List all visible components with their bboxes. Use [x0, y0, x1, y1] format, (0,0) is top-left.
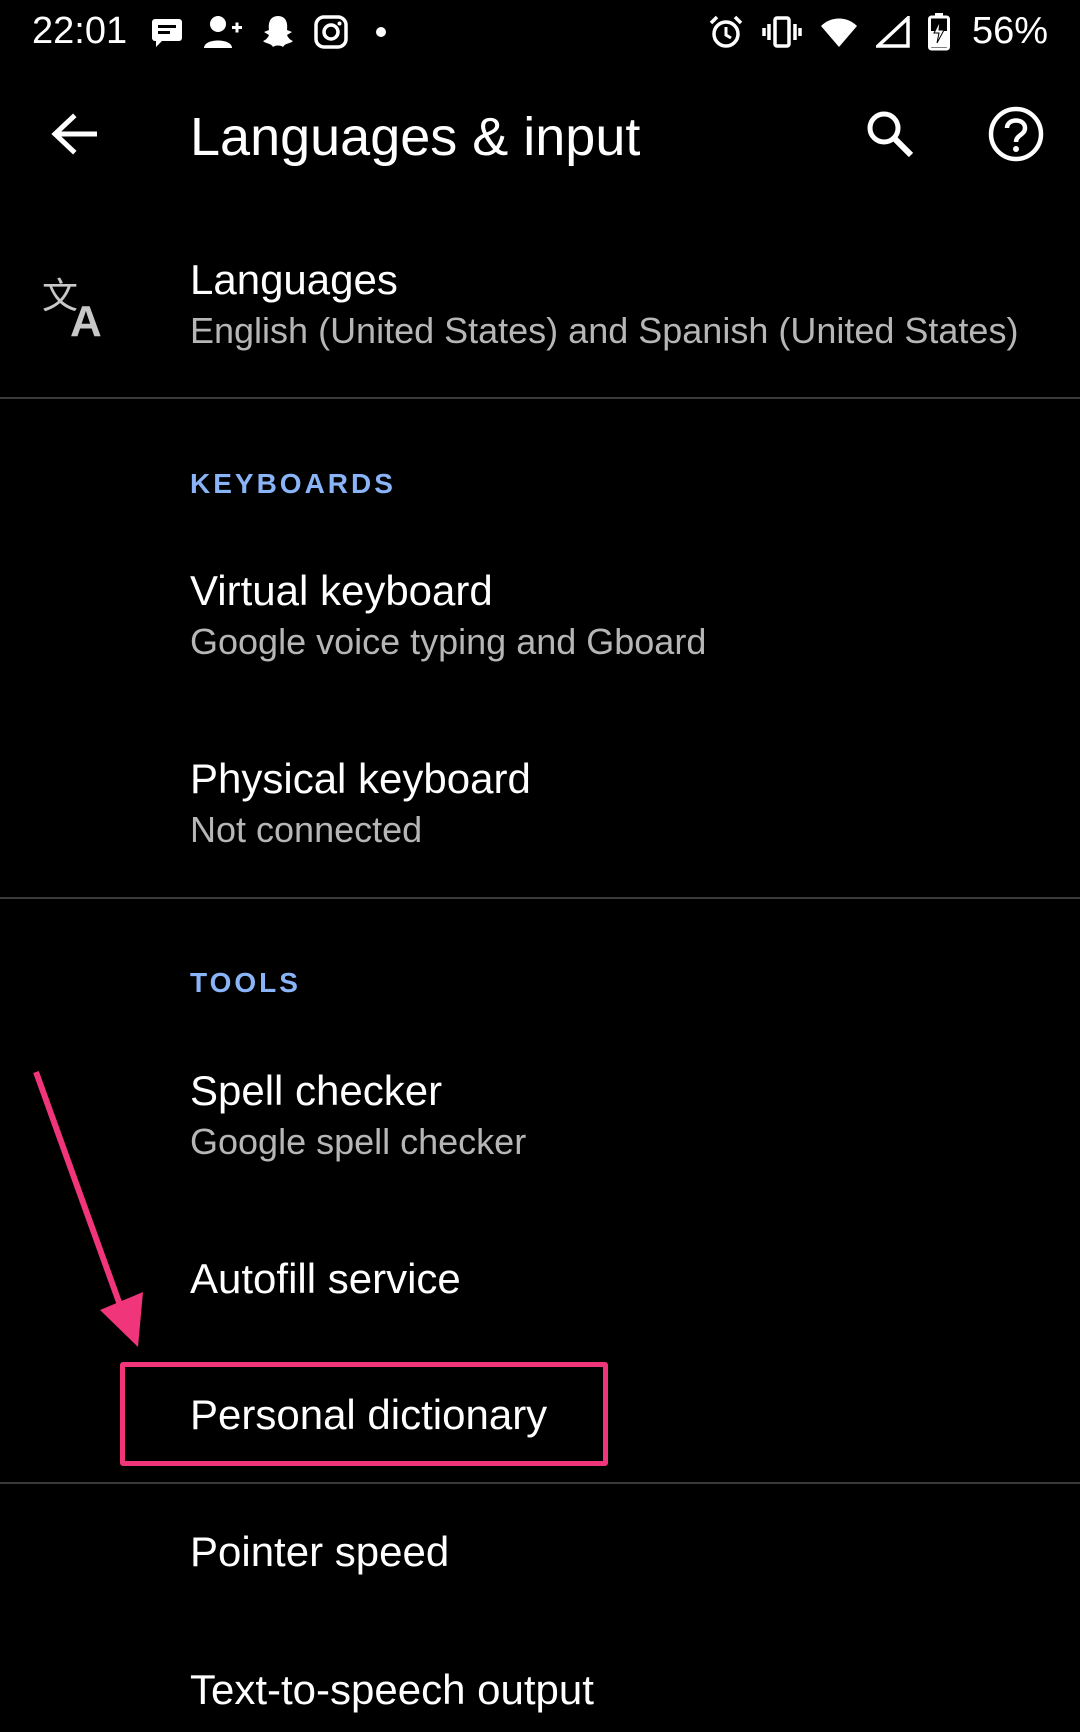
dot-icon: [366, 22, 396, 42]
autofill-service-title: Autofill service: [190, 1255, 461, 1302]
pointer-speed-row[interactable]: [0, 1500, 1080, 1610]
status-right-icons: [708, 12, 950, 52]
alarm-icon: [708, 14, 744, 50]
help-button[interactable]: [978, 98, 1054, 174]
instagram-icon: [314, 15, 348, 49]
snapchat-icon: [260, 14, 296, 50]
highlight-box: [120, 1362, 608, 1466]
divider: [0, 1482, 1080, 1484]
translate-icon: 文 A: [40, 270, 110, 346]
pointer-speed-title: Pointer speed: [190, 1528, 450, 1575]
search-button[interactable]: [852, 98, 928, 174]
battery-percentage: 56%: [971, 10, 1048, 52]
search-icon: [865, 109, 915, 164]
app-bar: Languages & input: [0, 72, 1080, 202]
physical-keyboard-title: Physical keyboard: [190, 755, 531, 802]
keyboards-section-header: KEYBOARDS: [190, 468, 396, 499]
status-left-icons: [150, 12, 396, 52]
status-bar: 22:01 56%: [0, 0, 1080, 64]
languages-subtitle: English (United States) and Spanish (Uni…: [190, 310, 1019, 351]
divider: [0, 897, 1080, 899]
tools-section-header: TOOLS: [190, 967, 301, 998]
divider: [0, 397, 1080, 399]
help-icon: [988, 106, 1044, 167]
svg-text:A: A: [70, 297, 102, 340]
vibrate-icon: [762, 14, 802, 50]
annotation-arrow: [33, 1070, 143, 1347]
spell-checker-title: Spell checker: [190, 1067, 443, 1114]
message-icon: [150, 17, 184, 47]
battery-charging-icon: [928, 13, 950, 51]
page-title: Languages & input: [190, 107, 641, 167]
add-contact-icon: [202, 14, 242, 50]
back-button[interactable]: [36, 98, 112, 174]
physical-keyboard-subtitle: Not connected: [190, 809, 423, 850]
spell-checker-subtitle: Google spell checker: [190, 1121, 527, 1162]
physical-keyboard-row[interactable]: [0, 730, 1080, 890]
signal-icon: [876, 16, 910, 48]
virtual-keyboard-subtitle: Google voice typing and Gboard: [190, 621, 707, 662]
text-to-speech-title: Text-to-speech output: [190, 1666, 594, 1713]
arrow-back-icon: [51, 112, 98, 160]
status-time: 22:01: [32, 10, 128, 52]
wifi-icon: [820, 16, 858, 48]
virtual-keyboard-title: Virtual keyboard: [190, 567, 493, 614]
languages-title: Languages: [190, 256, 398, 303]
